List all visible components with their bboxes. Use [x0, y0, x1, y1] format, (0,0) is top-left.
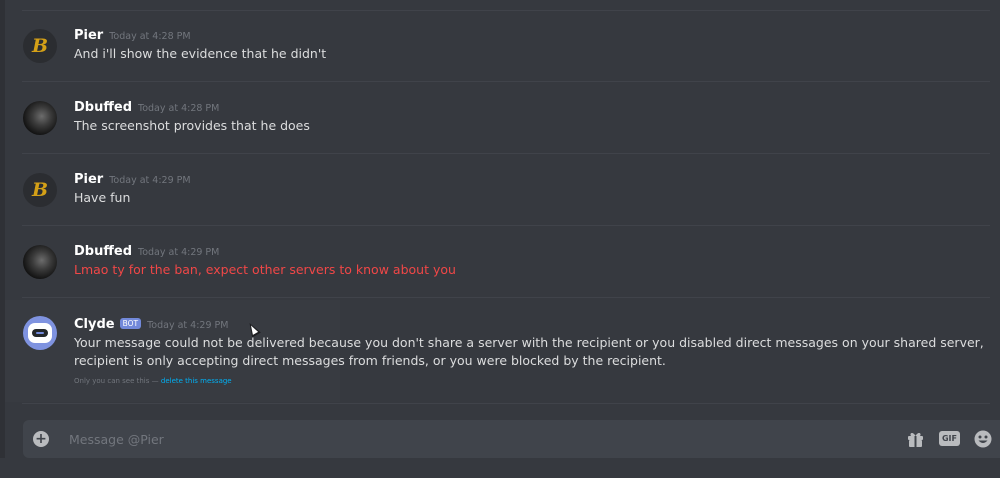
message-list[interactable]: B Pier Today at 4:28 PM And i'll show th… [5, 0, 1000, 410]
bot-badge: BOT [119, 318, 142, 329]
message-content: And i'll show the evidence that he didn'… [74, 46, 327, 61]
message-timestamp: Today at 4:29 PM [138, 247, 220, 258]
message-divider [22, 81, 990, 82]
clyde-bot-icon [28, 323, 52, 343]
message-content: Your message could not be delivered beca… [74, 335, 984, 368]
author-name[interactable]: Clyde [74, 317, 115, 332]
ephemeral-note: Only you can see this — delete this mess… [74, 377, 232, 385]
message-header: Clyde BOT Today at 4:29 PM [74, 317, 228, 332]
message-divider [22, 153, 990, 154]
author-name[interactable]: Dbuffed [74, 244, 132, 259]
message-header: Dbuffed Today at 4:28 PM [74, 100, 219, 115]
author-name[interactable]: Pier [74, 172, 103, 187]
ephemeral-note-text: Only you can see this — [74, 377, 159, 385]
message-divider [22, 403, 990, 404]
message-timestamp: Today at 4:28 PM [138, 103, 220, 114]
avatar-pier[interactable]: B [23, 29, 57, 63]
avatar-pier[interactable]: B [23, 173, 57, 207]
gift-icon[interactable] [907, 431, 924, 447]
gif-button[interactable]: GIF [939, 431, 960, 446]
message-content: Have fun [74, 190, 131, 205]
chat-footer [0, 458, 1000, 478]
message-header: Dbuffed Today at 4:29 PM [74, 244, 219, 259]
message-timestamp: Today at 4:28 PM [109, 31, 191, 42]
message-header: Pier Today at 4:29 PM [74, 172, 191, 187]
golden-b-logo-icon: B [31, 178, 49, 201]
message-divider [22, 10, 990, 11]
emoji-icon[interactable] [974, 430, 992, 448]
message-divider [22, 297, 990, 298]
plus-circle-icon[interactable]: + [33, 431, 49, 447]
message-input[interactable] [69, 429, 849, 449]
message-divider [22, 225, 990, 226]
message-content: The screenshot provides that he does [74, 118, 310, 133]
message-header: Pier Today at 4:28 PM [74, 28, 191, 43]
message-composer: + GIF [23, 420, 1000, 458]
message-timestamp: Today at 4:29 PM [109, 175, 191, 186]
message-timestamp: Today at 4:29 PM [147, 320, 229, 331]
avatar-dbuffed[interactable] [23, 245, 57, 279]
author-name[interactable]: Pier [74, 28, 103, 43]
delete-message-link[interactable]: delete this message [161, 377, 232, 385]
message-content: Lmao ty for the ban, expect other server… [74, 262, 456, 277]
author-name[interactable]: Dbuffed [74, 100, 132, 115]
avatar-dbuffed[interactable] [23, 101, 57, 135]
golden-b-logo-icon: B [31, 34, 49, 57]
avatar-clyde[interactable] [23, 316, 57, 350]
